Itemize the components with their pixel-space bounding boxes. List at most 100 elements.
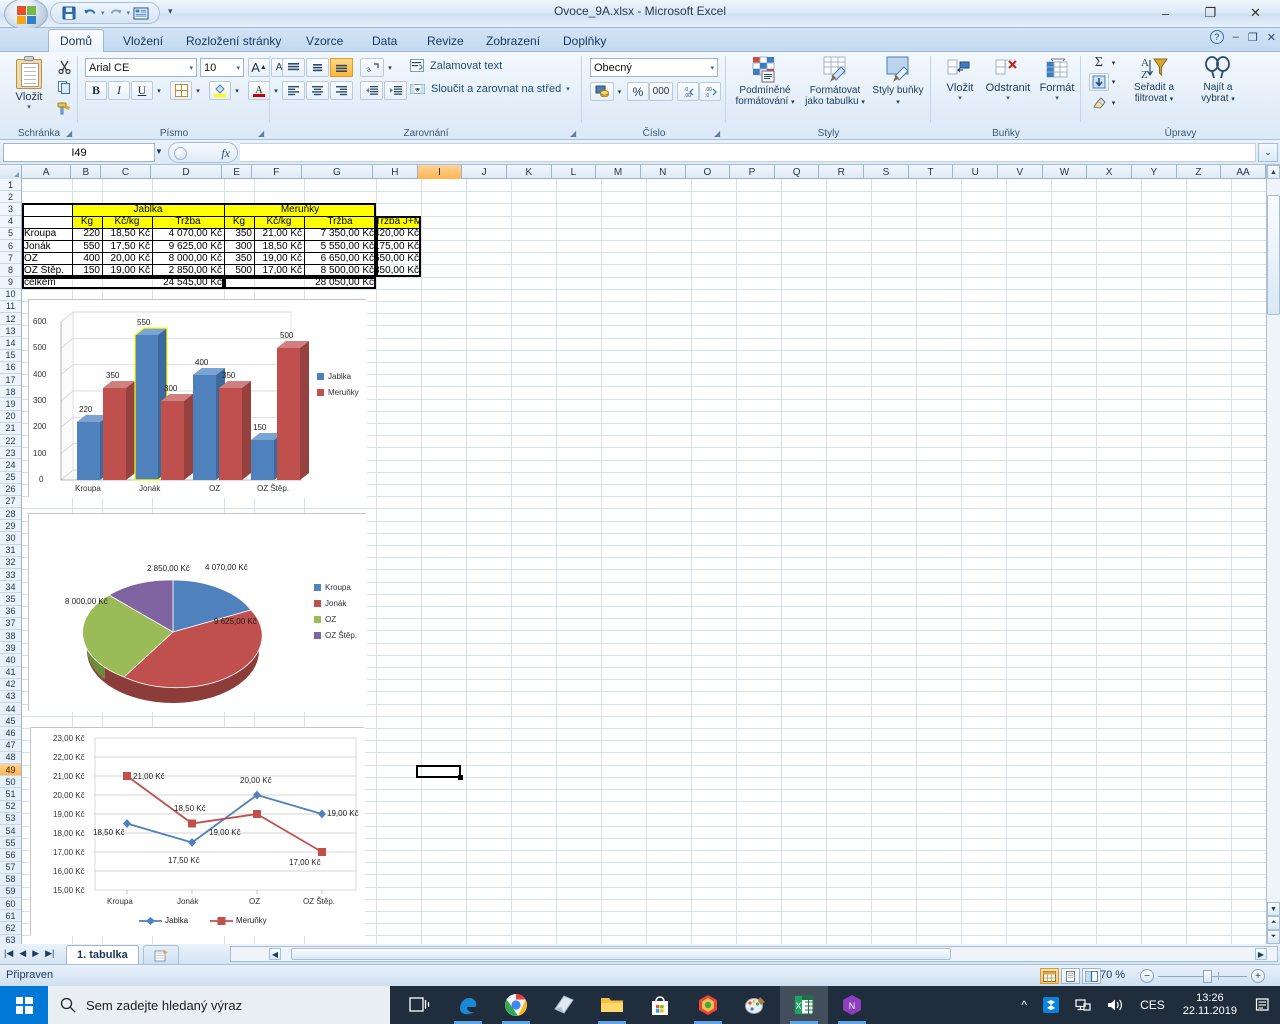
- number-format-select[interactable]: Obecný ▾: [590, 58, 718, 77]
- row-header-6[interactable]: 6: [0, 240, 21, 253]
- delete-cells-caret-icon[interactable]: ▾: [983, 94, 1033, 102]
- delete-cells-button[interactable]: Odstranit ▾: [983, 58, 1033, 102]
- row-header-35[interactable]: 35: [0, 593, 21, 606]
- row-header-5[interactable]: 5: [0, 228, 21, 240]
- tab-vlozeni[interactable]: Vložení: [112, 29, 174, 52]
- table-subheader-merunky-0[interactable]: Kg: [224, 215, 254, 228]
- table-cell-merunky-revenue-1[interactable]: 5 550,00 Kč: [304, 240, 376, 252]
- hscroll-left-icon[interactable]: ◀: [269, 948, 281, 960]
- table-subheader-jablka-1[interactable]: Kč/kg: [102, 215, 152, 228]
- decrease-decimal-button[interactable]: .00.0: [699, 82, 721, 101]
- help-icon[interactable]: ?: [1209, 30, 1224, 44]
- table-cell-jablka-kg-3[interactable]: 150: [72, 264, 102, 276]
- column-header-M[interactable]: M: [596, 165, 641, 179]
- orientation-caret-icon[interactable]: ▾: [384, 58, 396, 77]
- column-header-Z[interactable]: Z: [1177, 165, 1222, 179]
- row-header-10[interactable]: 10: [0, 289, 21, 301]
- row-header-4[interactable]: 4: [0, 216, 21, 228]
- sort-filter-button[interactable]: A Z Seřadit a filtrovat ▾: [1123, 56, 1185, 105]
- dropbox-icon[interactable]: [1035, 986, 1067, 1024]
- table-cell-name-3[interactable]: OZ Štěp.: [22, 264, 72, 276]
- column-header-J[interactable]: J: [462, 165, 507, 179]
- row-header-42[interactable]: 42: [0, 679, 21, 691]
- grow-font-button[interactable]: A ▲: [248, 58, 270, 77]
- copy-icon[interactable]: [52, 77, 76, 98]
- paste-caret-icon[interactable]: ▾: [8, 103, 50, 111]
- expand-formula-bar-icon[interactable]: ⌄: [1258, 143, 1278, 162]
- row-header-50[interactable]: 50: [0, 776, 21, 789]
- table-cell-merunky-revenue-3[interactable]: 8 500,00 Kč: [304, 264, 376, 276]
- tab-revize[interactable]: Revize: [416, 29, 475, 52]
- column-header-G[interactable]: G: [302, 165, 374, 179]
- table-cell-jablka-revenue-0[interactable]: 4 070,00 Kč: [152, 228, 224, 240]
- zoom-slider-handle[interactable]: [1203, 970, 1212, 983]
- format-as-table-caret-icon[interactable]: ▾: [861, 99, 865, 106]
- table-cell-merunky-kg-0[interactable]: 350: [224, 228, 254, 240]
- task-view-icon[interactable]: [396, 986, 444, 1024]
- row-header-2[interactable]: 2: [0, 191, 21, 204]
- notifications-icon[interactable]: [1247, 986, 1280, 1024]
- table-cell-name-0[interactable]: Kroupa: [22, 228, 72, 240]
- hscroll-right-icon[interactable]: ▶: [1255, 948, 1267, 960]
- table-cell-jablka-kg-1[interactable]: 550: [72, 240, 102, 252]
- row-header-25[interactable]: 25: [0, 472, 21, 484]
- column-header-I[interactable]: I: [417, 165, 463, 179]
- table-cell-jablka-kg-2[interactable]: 400: [72, 252, 102, 264]
- row-header-43[interactable]: 43: [0, 691, 21, 704]
- table-cell-merunky-kg-1[interactable]: 300: [224, 240, 254, 252]
- formula-input[interactable]: [240, 143, 1256, 162]
- tray-expand-icon[interactable]: ^: [1013, 986, 1035, 1024]
- row-header-18[interactable]: 18: [0, 386, 21, 399]
- zoom-in-button[interactable]: +: [1251, 969, 1265, 983]
- fill-handle[interactable]: [458, 774, 463, 780]
- cancel-enter-icon[interactable]: [174, 147, 187, 160]
- format-as-table-button[interactable]: Formátovat jako tabulku ▾: [802, 56, 868, 108]
- maximize-button[interactable]: ❐: [1188, 0, 1233, 26]
- page-layout-view-button[interactable]: [1061, 968, 1080, 984]
- row-header-12[interactable]: 12: [0, 313, 21, 326]
- next-sheet-icon[interactable]: ▶: [32, 948, 39, 959]
- row-header-31[interactable]: 31: [0, 545, 21, 557]
- table-cell-jablka-price-1[interactable]: 17,50 Kč: [102, 240, 152, 252]
- underline-button[interactable]: U: [131, 81, 153, 100]
- normal-view-button[interactable]: [1040, 968, 1059, 984]
- column-header-K[interactable]: K: [507, 165, 552, 179]
- font-size-caret-icon[interactable]: ▾: [236, 64, 240, 72]
- align-top-button[interactable]: [282, 58, 305, 77]
- sticky-notes-icon[interactable]: [540, 986, 588, 1024]
- table-cell-total-1[interactable]: 15 175,00 Kč: [376, 240, 421, 252]
- table-subheader-merunky-2[interactable]: Tržba: [304, 215, 376, 228]
- previous-page-icon[interactable]: ⏶: [1267, 916, 1280, 930]
- row-header-13[interactable]: 13: [0, 325, 21, 338]
- zoom-slider[interactable]: − +: [1140, 969, 1265, 983]
- column-header-V[interactable]: V: [998, 165, 1043, 179]
- cell-area[interactable]: Jablka Meruňky Kg Kč/kg Tržba Kg Kč/kg Tržba Trž…: [22, 179, 1266, 944]
- row-header-9[interactable]: 9: [0, 277, 21, 289]
- row-header-16[interactable]: 16: [0, 362, 21, 374]
- row-header-57[interactable]: 57: [0, 862, 21, 874]
- comma-style-button[interactable]: 000: [649, 82, 673, 101]
- row-header-60[interactable]: 60: [0, 898, 21, 911]
- table-subheader-jablka-0[interactable]: Kg: [72, 215, 102, 228]
- table-cell-merunky-price-0[interactable]: 21,00 Kč: [254, 228, 304, 240]
- last-sheet-icon[interactable]: ▶|: [45, 948, 54, 959]
- row-header-15[interactable]: 15: [0, 350, 21, 362]
- table-cell-jablka-revenue-2[interactable]: 8 000,00 Kč: [152, 252, 224, 264]
- merge-center-button[interactable]: a Sloučit a zarovnat na střed ▾: [410, 82, 570, 96]
- row-header-39[interactable]: 39: [0, 642, 21, 655]
- table-cell-total-3[interactable]: 11 350,00 Kč: [376, 264, 421, 276]
- clear-caret-icon[interactable]: ▾: [1108, 94, 1119, 112]
- row-header-29[interactable]: 29: [0, 520, 21, 533]
- table-cell-merunky-price-2[interactable]: 19,00 Kč: [254, 252, 304, 264]
- table-cell-jablka-revenue-1[interactable]: 9 625,00 Kč: [152, 240, 224, 252]
- chrome-icon[interactable]: [492, 986, 540, 1024]
- horizontal-scrollbar[interactable]: ◀ ▶: [230, 946, 1278, 962]
- format-cells-button[interactable]: Formát ▾: [1035, 58, 1079, 102]
- sort-filter-caret-icon[interactable]: ▾: [1170, 96, 1174, 103]
- table-cell-merunky-price-3[interactable]: 17,00 Kč: [254, 264, 304, 276]
- zoom-level[interactable]: 70 %: [1100, 969, 1125, 981]
- table-cell-merunky-price-1[interactable]: 18,50 Kč: [254, 240, 304, 252]
- align-right-button[interactable]: [330, 81, 353, 100]
- conditional-formatting-button[interactable]: Podmíněné formátování ▾: [732, 56, 798, 108]
- sheet-tab-1-tabulka[interactable]: 1. tabulka: [66, 945, 139, 964]
